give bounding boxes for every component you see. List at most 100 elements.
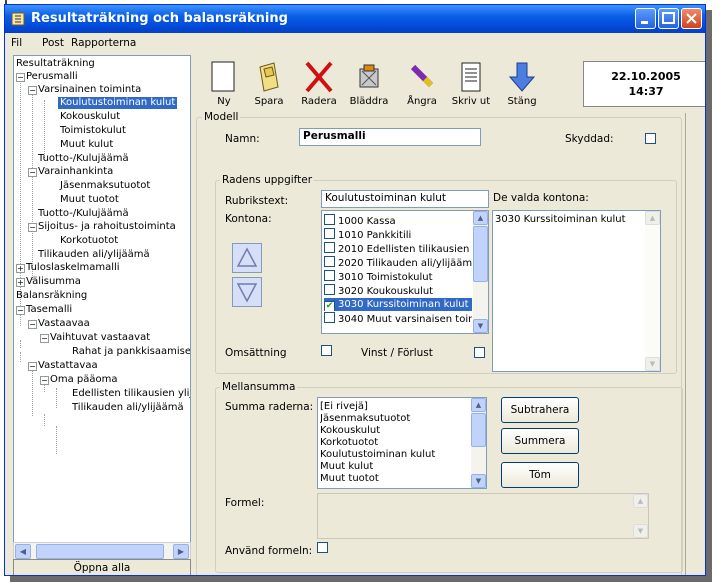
- checkbox-icon[interactable]: [324, 312, 335, 323]
- save-button[interactable]: Spara: [249, 61, 289, 107]
- use-formula-checkbox[interactable]: [317, 542, 328, 553]
- tree-item-selected[interactable]: Koulutustoiminan kulut: [58, 97, 178, 109]
- scroll-up-icon[interactable]: ▲: [645, 211, 660, 225]
- selected-accounts-scrollbar[interactable]: ▲ ▼: [645, 211, 660, 371]
- scroll-thumb[interactable]: [473, 226, 488, 282]
- accounts-scrollbar[interactable]: ▲ ▼: [473, 211, 488, 333]
- collapse-toggle[interactable]: −: [16, 306, 25, 315]
- tree-item[interactable]: Kokouskulut: [60, 111, 120, 123]
- scroll-up-icon[interactable]: ▲: [473, 211, 488, 225]
- selected-accounts-list[interactable]: 3030 Kurssitoiminan kulut ▲ ▼: [492, 210, 661, 372]
- sum-rows-list[interactable]: [Ei rivejä] Jäsenmaksutuotot Kokouskulut Ko…: [317, 397, 487, 489]
- collapse-toggle[interactable]: −: [16, 73, 25, 82]
- collapse-toggle[interactable]: −: [28, 86, 37, 95]
- tree-item[interactable]: Tilikauden ali/ylijäämä: [38, 249, 150, 261]
- tree-item[interactable]: Sijoitus- ja rahoitustoiminta: [38, 221, 176, 233]
- tree-item[interactable]: Perusmalli: [26, 71, 78, 83]
- tree-item[interactable]: Tuotto-/Kulujäämä: [38, 208, 129, 220]
- turnover-checkbox[interactable]: [321, 345, 332, 356]
- tree-item[interactable]: Muut tuotot: [60, 194, 119, 206]
- menu-post[interactable]: Post: [42, 37, 64, 49]
- protected-checkbox[interactable]: [645, 133, 656, 144]
- tree-item[interactable]: Resultaträkning: [16, 58, 95, 70]
- checkbox-icon[interactable]: [324, 214, 335, 225]
- collapse-toggle[interactable]: −: [28, 362, 37, 371]
- tree-item[interactable]: Vaihtuvat vastaavat: [50, 332, 150, 344]
- undo-button[interactable]: Ångra: [403, 61, 441, 107]
- account-list-item[interactable]: 3020 Koukouskulut: [324, 284, 472, 297]
- account-list-item[interactable]: 1010 Pankkitili: [324, 228, 472, 241]
- tree-item[interactable]: Oma pääoma: [50, 374, 118, 386]
- sum-row-item[interactable]: Muut tuotot: [320, 472, 470, 485]
- heading-input[interactable]: Koulutustoiminan kulut: [321, 190, 489, 208]
- tree-item[interactable]: Jäsenmaksutuotot: [60, 180, 150, 192]
- scroll-down-icon[interactable]: ▼: [473, 319, 488, 333]
- scroll-up-icon[interactable]: ▲: [471, 398, 486, 412]
- browse-button[interactable]: Bläddra: [347, 61, 391, 107]
- collapse-toggle[interactable]: −: [28, 223, 37, 232]
- account-list-item[interactable]: ✔ 3030 Kurssitoiminan kulut: [324, 298, 472, 311]
- checkbox-icon[interactable]: [324, 256, 335, 267]
- account-list-item[interactable]: 3040 Muut varsinaisen toimi: [324, 312, 472, 325]
- collapse-toggle[interactable]: −: [40, 376, 49, 385]
- scroll-up-icon[interactable]: ▲: [633, 494, 648, 508]
- expand-toggle[interactable]: +: [16, 264, 25, 273]
- expand-toggle[interactable]: +: [16, 278, 25, 287]
- account-list-item[interactable]: 2020 Tilikauden ali/ylijäämä: [324, 256, 472, 269]
- checkbox-icon[interactable]: [324, 242, 335, 253]
- tree-item[interactable]: Vastattavaa: [38, 360, 98, 372]
- account-list-item[interactable]: 1000 Kassa: [324, 214, 472, 227]
- formula-scrollbar[interactable]: ▲ ▼: [633, 494, 648, 538]
- tree-item[interactable]: Korkotuotot: [60, 235, 118, 247]
- scroll-left-icon[interactable]: ◀: [15, 544, 31, 559]
- tree-item[interactable]: Muut kulut: [60, 139, 113, 151]
- account-list-item[interactable]: 2010 Edellisten tilikausien yl: [324, 242, 472, 255]
- account-tree[interactable]: Resultaträkning − Perusmalli − Varsinain…: [13, 55, 191, 543]
- checked-checkbox-icon[interactable]: ✔: [324, 301, 335, 311]
- tree-item[interactable]: Edellisten tilikausien ylijäär: [72, 388, 190, 400]
- scroll-down-icon[interactable]: ▼: [633, 524, 648, 538]
- move-down-button[interactable]: [232, 277, 262, 307]
- account-list-item[interactable]: 3010 Toimistokulut: [324, 270, 472, 283]
- menu-file[interactable]: Fil: [11, 37, 22, 49]
- tree-item[interactable]: Tuloslaskelmamalli: [26, 262, 120, 274]
- name-input[interactable]: Perusmalli: [299, 128, 481, 146]
- tree-item[interactable]: Varainhankinta: [38, 166, 113, 178]
- profit-loss-checkbox[interactable]: [474, 347, 485, 358]
- tree-item[interactable]: Toimistokulut: [60, 125, 126, 137]
- scroll-down-icon[interactable]: ▼: [645, 357, 660, 371]
- expand-all-button[interactable]: Öppna alla: [13, 559, 191, 575]
- tree-horizontal-scrollbar[interactable]: ◀ ▶: [13, 542, 191, 560]
- collapse-toggle[interactable]: −: [28, 168, 37, 177]
- accounts-list[interactable]: 1000 Kassa 1010 Pankkitili 2010 Edellisten…: [321, 210, 489, 334]
- tree-item[interactable]: Tasemalli: [26, 304, 72, 316]
- sum-button[interactable]: Summera: [501, 428, 579, 454]
- list-item[interactable]: 3030 Kurssitoiminan kulut: [495, 213, 644, 226]
- scroll-thumb[interactable]: [36, 544, 164, 559]
- close-form-button[interactable]: Stäng: [503, 61, 541, 107]
- collapse-toggle[interactable]: −: [40, 334, 49, 343]
- scroll-thumb[interactable]: [471, 413, 486, 447]
- clear-button[interactable]: Töm: [501, 462, 579, 488]
- tree-item[interactable]: Vastaavaa: [38, 318, 90, 330]
- print-button[interactable]: Skriv ut: [451, 61, 491, 107]
- collapse-toggle[interactable]: −: [28, 320, 37, 329]
- formula-input[interactable]: ▲ ▼: [317, 493, 649, 539]
- tree-item[interactable]: Tilikauden ali/ylijäämä: [72, 402, 184, 414]
- sum-rows-scrollbar[interactable]: ▲ ▼: [471, 398, 486, 488]
- title-bar[interactable]: Resultaträkning och balansräkning: [5, 5, 705, 33]
- tree-item[interactable]: Välisumma: [26, 276, 81, 288]
- subtract-button[interactable]: Subtrahera: [501, 397, 579, 423]
- checkbox-icon[interactable]: [324, 228, 335, 239]
- menu-reports[interactable]: Rapporterna: [71, 37, 136, 49]
- move-up-button[interactable]: [232, 243, 262, 273]
- tree-item[interactable]: Balansräkning: [16, 290, 87, 302]
- delete-button[interactable]: Radera: [299, 61, 339, 107]
- checkbox-icon[interactable]: [324, 284, 335, 295]
- tree-item[interactable]: Varsinainen toiminta: [38, 84, 141, 96]
- minimize-button[interactable]: [635, 8, 656, 29]
- tree-item[interactable]: Rahat ja pankkisaamiset: [72, 346, 190, 358]
- tree-item[interactable]: Tuotto-/Kulujäämä: [38, 153, 129, 165]
- maximize-button[interactable]: [658, 8, 679, 29]
- new-button[interactable]: Ny: [207, 61, 241, 107]
